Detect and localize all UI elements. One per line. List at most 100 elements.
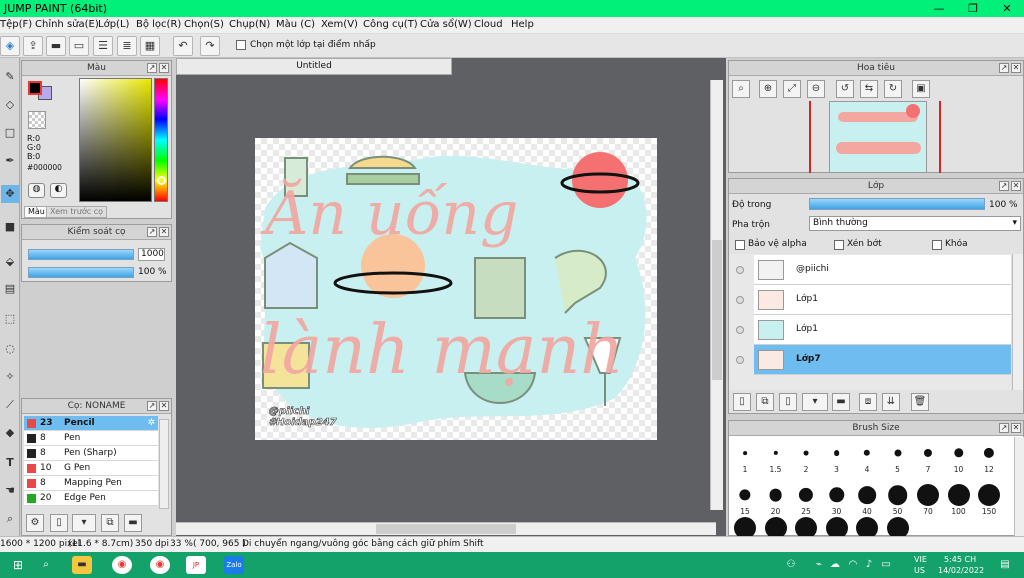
wifi-icon[interactable]: ◠ [846, 556, 860, 574]
layer-visibility-icon[interactable] [736, 326, 744, 334]
panel-float-icon[interactable]: ↗ [147, 63, 157, 73]
select-layer-checkbox[interactable] [236, 40, 246, 51]
panel-close-icon[interactable]: ✕ [159, 401, 169, 411]
protect-alpha-checkbox[interactable] [735, 240, 745, 251]
zalo-icon[interactable]: Zalo [224, 556, 244, 574]
fit-window-icon[interactable]: ⤢ [783, 80, 801, 98]
brush-size-option[interactable]: 2 [791, 439, 821, 475]
cloud-icon[interactable]: ◈ [0, 36, 20, 56]
text-tool-icon[interactable]: T [1, 454, 19, 472]
magic-wand-tool-icon[interactable]: ✧ [1, 368, 19, 386]
merge-layer-icon[interactable]: ⇊ [882, 393, 900, 411]
layer-row[interactable]: Lớp1 [736, 315, 1011, 345]
brush-size-option[interactable]: 100 [944, 481, 974, 517]
brush-item-mapping-pen[interactable]: 8 Mapping Pen [24, 476, 158, 491]
brush-size-scrollbar[interactable] [1014, 437, 1024, 536]
chrome-icon[interactable]: ◉ [112, 556, 132, 574]
brush-size-option[interactable]: 5 [883, 439, 913, 475]
layer-list-scrollbar[interactable] [1012, 254, 1023, 390]
layer-visibility-icon[interactable] [736, 266, 744, 274]
search-icon[interactable]: ⌕ [36, 556, 56, 574]
drawing-canvas[interactable]: Ăn uống lành mạnh @piichi #Hoidap247 [255, 138, 657, 440]
brush-size-option[interactable]: 7 [913, 439, 943, 475]
eyedropper-tool-icon[interactable]: ⟋ [1, 396, 19, 414]
undo-icon[interactable]: ↶ [173, 36, 193, 56]
document-tab[interactable]: Untitled [176, 58, 452, 75]
notification-icon[interactable]: ▤ [996, 556, 1014, 574]
grid-icon[interactable]: ▦ [140, 36, 160, 56]
brush-size-option[interactable]: 50 [883, 481, 913, 517]
panel-float-icon[interactable]: ↗ [147, 401, 157, 411]
minimize-icon[interactable]: — [922, 0, 956, 17]
list-icon[interactable]: ≣ [117, 36, 137, 56]
menu-select[interactable]: Chọn(S) [184, 19, 224, 30]
menu-tools[interactable]: Công cụ(T) [363, 19, 418, 30]
windows-start-icon[interactable]: ⊞ [8, 556, 28, 574]
document-horizontal-scrollbar[interactable] [176, 522, 716, 535]
panel-float-icon[interactable]: ↗ [999, 63, 1009, 73]
panel-float-icon[interactable]: ↗ [147, 227, 157, 237]
trash-icon[interactable]: 🗑 [911, 393, 929, 411]
new-layer-icon[interactable]: ▯ [733, 393, 751, 411]
brush-size-option[interactable]: 12 [974, 439, 1004, 475]
panel-close-icon[interactable]: ✕ [1011, 423, 1021, 433]
new-layer-menu-icon[interactable]: ▯ [779, 393, 797, 411]
primary-color-swatch[interactable] [28, 81, 42, 95]
tab-brush-preview[interactable]: Xem trước cọ [46, 206, 108, 218]
brush-size-option[interactable]: 15 [730, 481, 760, 517]
clipping-checkbox[interactable] [834, 240, 844, 251]
lasso-tool-icon[interactable]: ◌ [1, 340, 19, 358]
horizontal-scroll-thumb[interactable] [376, 524, 516, 534]
new-layer-copy-icon[interactable]: ⧉ [756, 393, 774, 411]
brush-item-pen-sharp[interactable]: 8 Pen (Sharp) [24, 446, 158, 461]
blend-mode-select[interactable]: Bình thường ▾ [809, 216, 1021, 231]
menu-window[interactable]: Cửa sổ(W) [420, 19, 472, 30]
fill-tool-icon[interactable]: ⬙ [1, 253, 19, 271]
brush-size-option[interactable]: 1 [730, 439, 760, 475]
layer-opacity-slider[interactable] [809, 198, 985, 210]
brush-size-option[interactable]: 150 [974, 481, 1004, 517]
brush-list-scrollbar[interactable] [159, 419, 169, 509]
battery-icon[interactable]: ▭ [879, 556, 893, 574]
gear-icon[interactable]: ✲ [147, 416, 155, 430]
file-explorer-icon[interactable]: ▬ [72, 556, 92, 574]
layer-row[interactable]: @piichi [736, 255, 1011, 285]
export-icon[interactable]: ⇪ [23, 36, 43, 56]
brush-size-option[interactable]: 70 [913, 481, 943, 517]
note-icon[interactable]: ▭ [69, 36, 89, 56]
menu-filter[interactable]: Bộ lọc(R) [136, 19, 181, 30]
brush-item-pen[interactable]: 8 Pen [24, 431, 158, 446]
brush-item-edge-pen[interactable]: 20 Edge Pen [24, 491, 158, 506]
restore-icon[interactable]: ❐ [956, 0, 990, 17]
redo-icon[interactable]: ↷ [200, 36, 220, 56]
language-bottom[interactable]: US [914, 566, 925, 575]
volume-icon[interactable]: ♪ [862, 556, 876, 574]
stamp-tool-icon[interactable]: ◆ [1, 424, 19, 442]
lock-checkbox[interactable] [932, 240, 942, 251]
zoom-tool-icon[interactable]: ⌕ [1, 510, 19, 528]
layer-visibility-icon[interactable] [736, 296, 744, 304]
navigator-thumbnail[interactable] [829, 101, 927, 173]
brush-settings-icon[interactable]: ⚙ [26, 514, 44, 532]
panel-close-icon[interactable]: ✕ [1011, 63, 1021, 73]
brush-item-pencil[interactable]: 23 Pencil ✲ [24, 416, 158, 431]
network-icon[interactable]: ⌁ [812, 556, 826, 574]
brush-size-slider[interactable] [28, 249, 134, 260]
close-icon[interactable]: ✕ [990, 0, 1024, 17]
panel-close-icon[interactable]: ✕ [159, 63, 169, 73]
duplicate-layer-icon[interactable]: ⧈ [859, 393, 877, 411]
layer-row[interactable]: Lớp1 [736, 285, 1011, 315]
menu-view[interactable]: Xem(V) [321, 19, 358, 30]
marquee-tool-icon[interactable]: ⬚ [1, 310, 19, 328]
move-tool-icon[interactable]: ✥ [1, 185, 19, 203]
brush-size-option[interactable]: 3 [822, 439, 852, 475]
document-vertical-scrollbar[interactable] [710, 80, 723, 510]
panel-float-icon[interactable]: ↗ [999, 181, 1009, 191]
brush-size-option[interactable]: 25 [791, 481, 821, 517]
language-top[interactable]: VIE [914, 555, 927, 564]
brush-menu-icon[interactable]: ▾ [72, 514, 96, 532]
menu-cloud[interactable]: Cloud [474, 19, 503, 30]
navigator-options-icon[interactable]: ▣ [912, 80, 930, 98]
brush-size-option[interactable]: 30 [822, 481, 852, 517]
brush-opacity-slider[interactable] [28, 267, 134, 278]
